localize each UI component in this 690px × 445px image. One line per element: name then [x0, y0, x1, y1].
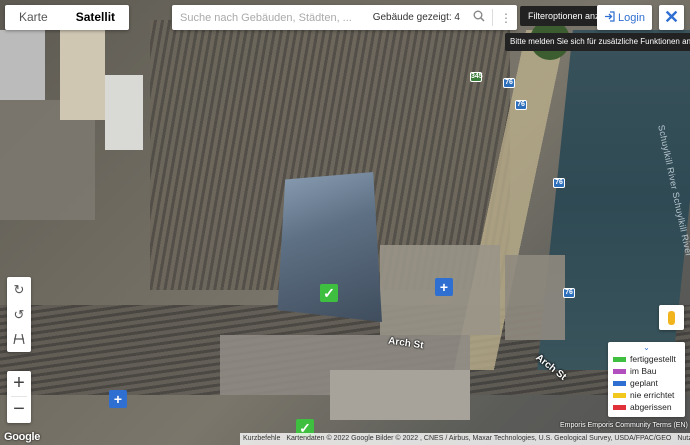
- legend-swatch: [613, 392, 626, 398]
- legend-label: fertiggestellt: [630, 354, 676, 364]
- tilt-3d-icon[interactable]: [7, 327, 31, 352]
- parking-lot: [505, 255, 565, 340]
- legend-swatch: [613, 368, 626, 374]
- legend-swatch: [613, 404, 626, 410]
- google-logo: Google: [4, 431, 41, 443]
- building-roof: [60, 30, 105, 120]
- map-footer: Kurzbefehle Kartendaten © 2022 Google Bi…: [240, 433, 690, 445]
- route-shield: 76: [515, 100, 527, 110]
- satellite-map[interactable]: 345 76 76 76 76 Arch St Arch St Schuylki…: [0, 0, 690, 445]
- building-marker-planned[interactable]: +: [435, 278, 453, 296]
- login-tooltip: Bitte melden Sie sich für zusätzliche Fu…: [505, 33, 690, 51]
- map-type-karte[interactable]: Karte: [5, 5, 62, 30]
- legend-item: fertiggestellt: [613, 353, 680, 365]
- buildings-shown-count: Gebäude gezeigt: 4: [372, 12, 460, 23]
- map-attribution: Kartendaten © 2022 Google Bilder © 2022 …: [283, 433, 675, 445]
- legend-label: geplant: [630, 378, 658, 388]
- keyboard-shortcuts-link[interactable]: Kurzbefehle: [240, 433, 284, 445]
- legend-swatch: [613, 356, 626, 362]
- route-shield: 76: [553, 178, 565, 188]
- close-button[interactable]: ✕: [659, 5, 684, 30]
- building-roof: [105, 75, 143, 150]
- legend-item: geplant: [613, 377, 680, 389]
- building-marker-planned[interactable]: +: [109, 390, 127, 408]
- legend-panel: ⌄ fertiggestellt im Bau geplant nie erri…: [608, 342, 685, 417]
- close-icon: ✕: [663, 7, 680, 27]
- legend-label: abgerissen: [630, 402, 672, 412]
- street-view-pegman[interactable]: [659, 305, 684, 330]
- legend-label: nie errichtet: [630, 390, 675, 400]
- building-roof: [0, 30, 45, 100]
- plus-icon: +: [439, 279, 449, 295]
- rotate-right-icon[interactable]: ↻: [7, 277, 31, 302]
- station-building: [330, 370, 470, 420]
- search-bar: Gebäude gezeigt: 4 ⋮: [172, 5, 517, 30]
- route-shield: 345: [470, 72, 483, 82]
- search-icon[interactable]: [468, 10, 490, 25]
- rotation-controls: ↻ ↺: [7, 277, 31, 352]
- legend-item: im Bau: [613, 365, 680, 377]
- chevron-down-icon[interactable]: ⌄: [613, 344, 680, 353]
- route-shield: 76: [503, 78, 515, 88]
- rotate-left-icon[interactable]: ↺: [7, 302, 31, 327]
- building-marker-completed[interactable]: ✓: [320, 284, 338, 302]
- legend-label: im Bau: [630, 366, 657, 376]
- login-icon: [604, 10, 615, 25]
- more-options-icon[interactable]: ⋮: [495, 11, 517, 25]
- zoom-controls: + −: [7, 371, 31, 423]
- map-type-control: Karte Satellit: [5, 5, 130, 30]
- emporis-attribution[interactable]: Emporis Emporis Community Terms (EN): [560, 422, 688, 429]
- terms-link[interactable]: Nutzungsbedingungen: [674, 433, 690, 445]
- legend-swatch: [613, 380, 626, 386]
- route-shield: 76: [563, 288, 575, 298]
- pegman-icon: [668, 310, 675, 325]
- zoom-in-button[interactable]: +: [7, 371, 31, 396]
- login-label: Login: [618, 11, 645, 24]
- divider: [492, 9, 493, 26]
- legend-item: abgerissen: [613, 401, 680, 413]
- zoom-out-button[interactable]: −: [7, 397, 31, 422]
- search-input[interactable]: [180, 11, 373, 24]
- legend-item: nie errichtet: [613, 389, 680, 401]
- login-button[interactable]: Login: [597, 5, 652, 30]
- checkmark-icon: ✓: [323, 285, 335, 301]
- plus-icon: +: [113, 391, 123, 407]
- map-type-satellit[interactable]: Satellit: [62, 5, 129, 30]
